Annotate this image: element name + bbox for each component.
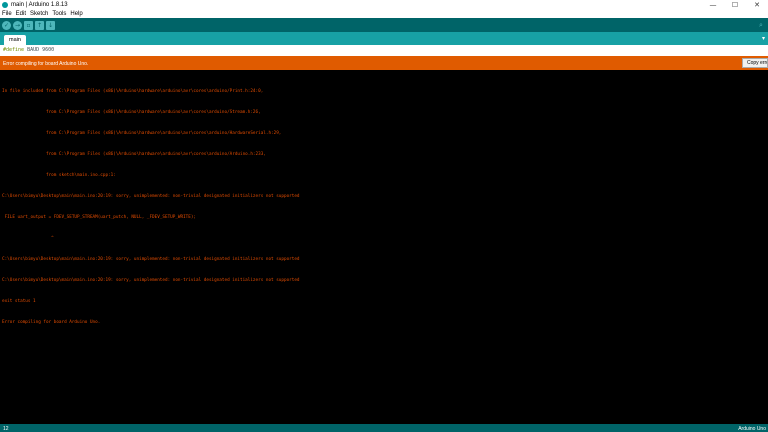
arrow-right-icon: → (14, 21, 21, 29)
tab-menu-chevron-icon[interactable]: ▾ (762, 35, 765, 42)
tab-bar: main ▾ (0, 32, 768, 45)
console-line: FILE uart_output = FDEV_SETUP_STREAM(uar… (2, 215, 197, 220)
tab-main[interactable]: main (4, 35, 26, 45)
code-editor[interactable]: #define BAUD 9600 (0, 45, 768, 56)
console-line: exit status 1 (2, 299, 36, 304)
arduino-logo-icon (2, 2, 8, 8)
close-button[interactable]: ✕ (746, 0, 768, 10)
new-button[interactable]: ▫ (24, 20, 33, 30)
console-line: C:\Users\bimyu\Desktop\main\main.ino:20:… (2, 194, 300, 199)
window-controls: — ☐ ✕ (702, 0, 768, 10)
code-keyword: #define (3, 47, 25, 53)
console-line: from C:\Program Files (x86)\Arduino\hard… (2, 131, 282, 136)
console-line: from C:\Program Files (x86)\Arduino\hard… (2, 110, 261, 115)
console-line: C:\Users\bimyu\Desktop\main\main.ino:20:… (2, 278, 300, 283)
menu-bar: File Edit Sketch Tools Help (0, 10, 768, 18)
code-line: #define BAUD 9600 (3, 47, 54, 53)
upload-button[interactable]: → (13, 20, 22, 30)
title-bar: main | Arduino 1.8.13 — ☐ ✕ (0, 0, 768, 10)
board-name: Arduino Uno (738, 425, 766, 432)
console-line: C:\Users\bimyu\Desktop\main\main.ino:20:… (2, 257, 300, 262)
copy-error-messages-button[interactable]: Copy error messages (742, 58, 768, 68)
status-message: Error compiling for board Arduino Uno. (3, 60, 89, 67)
menu-sketch[interactable]: Sketch (28, 11, 50, 17)
bottom-status-bar: 12 Arduino Uno (0, 424, 768, 432)
error-status-bar: Error compiling for board Arduino Uno. C… (0, 56, 768, 70)
magnifier-icon: ⌕ (759, 21, 763, 29)
line-number: 12 (3, 425, 9, 432)
menu-help[interactable]: Help (68, 11, 84, 17)
serial-monitor-button[interactable]: ⌕ (757, 21, 765, 29)
maximize-button[interactable]: ☐ (724, 0, 746, 10)
console-line: Error compiling for board Arduino Uno. (2, 320, 101, 325)
window-title: main | Arduino 1.8.13 (11, 2, 68, 8)
console-line: from sketch\main.ino.cpp:1: (2, 173, 116, 178)
save-button[interactable]: ↓ (46, 20, 55, 30)
menu-edit[interactable]: Edit (14, 11, 28, 17)
console-line: In file included from C:\Program Files (… (2, 89, 264, 94)
checkmark-icon: ✓ (3, 21, 10, 29)
menu-tools[interactable]: Tools (50, 11, 68, 17)
console-line: ^ (2, 236, 54, 241)
menu-file[interactable]: File (0, 11, 14, 17)
open-button[interactable]: ↑ (35, 20, 44, 30)
arrow-down-icon: ↓ (47, 21, 54, 29)
console-lines: In file included from C:\Program Files (… (2, 74, 300, 333)
toolbar: ✓ → ▫ ↑ ↓ ⌕ (0, 18, 768, 32)
code-text: BAUD 9600 (24, 47, 55, 53)
verify-button[interactable]: ✓ (2, 20, 11, 30)
new-file-icon: ▫ (26, 21, 31, 29)
arrow-up-icon: ↑ (36, 21, 43, 29)
console-line: from C:\Program Files (x86)\Arduino\hard… (2, 152, 266, 157)
minimize-button[interactable]: — (702, 0, 724, 10)
